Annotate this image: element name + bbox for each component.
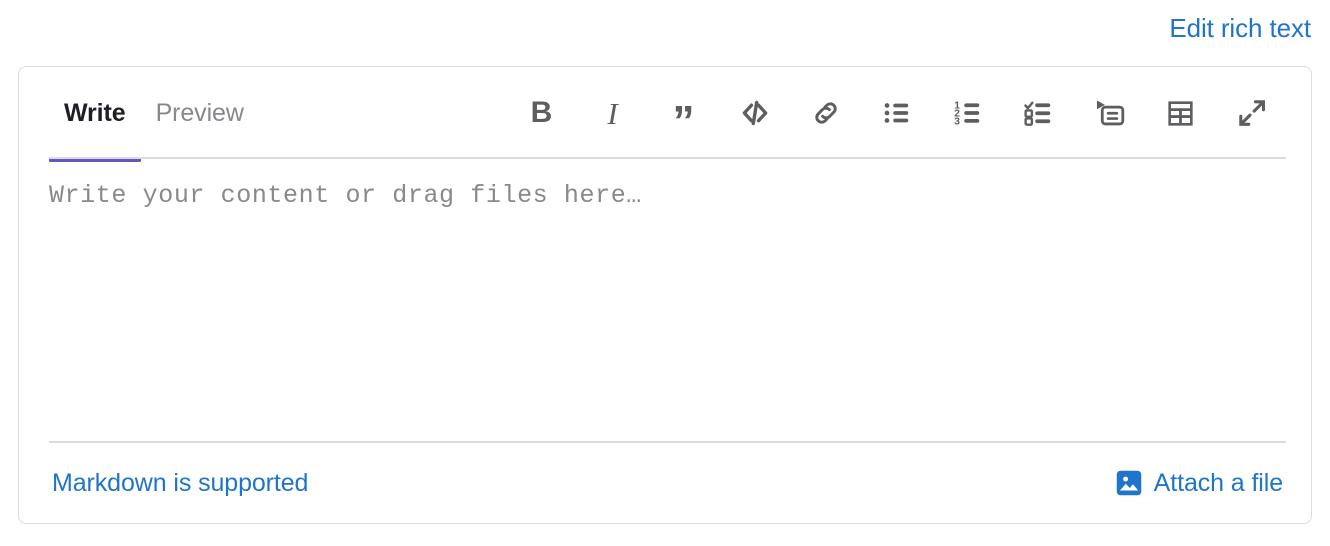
markdown-textarea[interactable]: Write your content or drag files here…	[19, 159, 1311, 439]
collapsible-section-icon	[1096, 100, 1124, 126]
markdown-editor-page: Edit rich text Write Preview B I ” 1 2 3…	[0, 0, 1330, 546]
markdown-supported-link[interactable]: Markdown is supported	[52, 469, 308, 498]
checklist-button[interactable]	[1011, 88, 1066, 138]
numbered-list-icon: 1 2 3	[954, 100, 979, 127]
link-icon	[814, 102, 837, 124]
edit-rich-text-link[interactable]: Edit rich text	[1169, 15, 1312, 41]
italic-button[interactable]: I	[585, 88, 640, 138]
editor-footer: Markdown is supported Attach a file	[19, 443, 1311, 523]
editor-top-actions: Edit rich text	[18, 0, 1312, 56]
editor-header: Write Preview B I ” 1 2 3	[19, 67, 1311, 162]
collapsible-section-button[interactable]	[1082, 88, 1137, 138]
code-icon	[742, 100, 767, 126]
bold-button[interactable]: B	[514, 88, 569, 138]
fullscreen-icon	[1238, 100, 1265, 126]
code-button[interactable]	[727, 88, 782, 138]
attach-file-button[interactable]: Attach a file	[1115, 469, 1283, 498]
attach-file-label: Attach a file	[1153, 468, 1283, 497]
numbered-list-button[interactable]: 1 2 3	[940, 88, 995, 138]
comment-editor-card: Write Preview B I ” 1 2 3 Write your con…	[18, 66, 1312, 524]
editor-tabs: Write Preview	[49, 67, 259, 162]
italic-icon: I	[607, 95, 618, 131]
checklist-icon	[1023, 101, 1050, 126]
tab-preview[interactable]: Preview	[141, 67, 259, 159]
bulleted-list-button[interactable]	[869, 88, 924, 138]
image-icon	[1116, 470, 1141, 496]
bulleted-list-icon	[884, 103, 908, 123]
fullscreen-button[interactable]	[1224, 88, 1279, 138]
textarea-placeholder: Write your content or drag files here…	[49, 181, 642, 210]
link-button[interactable]	[798, 88, 853, 138]
table-button[interactable]	[1153, 88, 1208, 138]
tab-write[interactable]: Write	[49, 67, 141, 162]
formatting-toolbar: B I ” 1 2 3	[514, 88, 1281, 144]
table-icon	[1168, 100, 1193, 126]
bold-icon: B	[530, 96, 553, 129]
quote-button[interactable]: ”	[656, 88, 711, 144]
svg-text:3: 3	[954, 116, 960, 127]
